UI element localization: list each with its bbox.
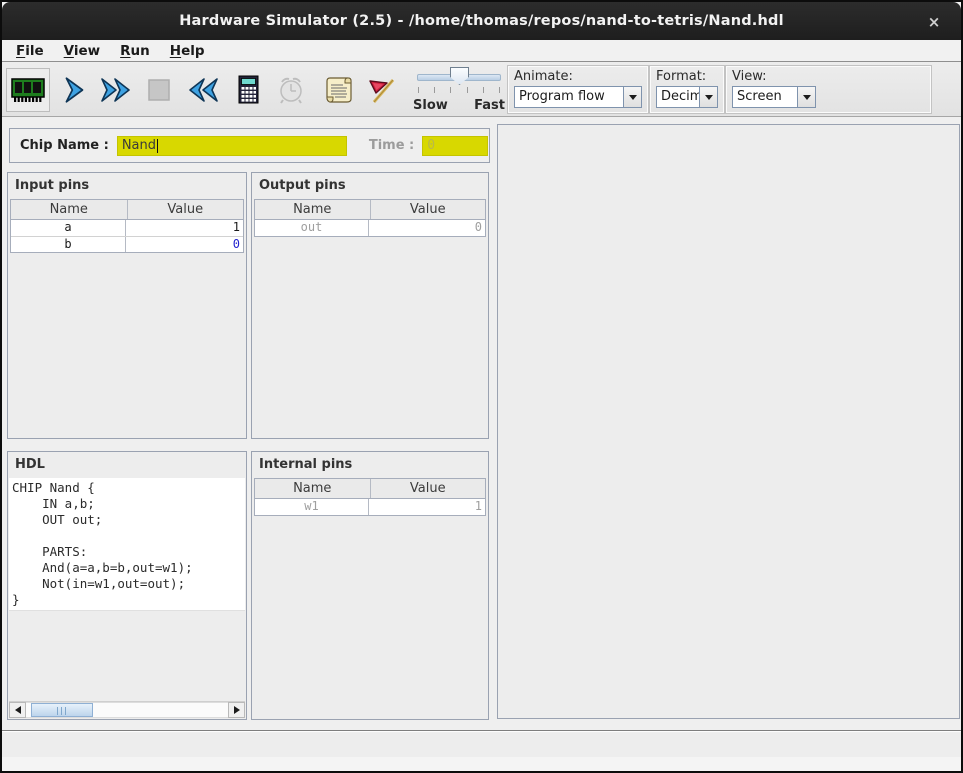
internal-pins-panel: Internal pins Name Value w1 1: [251, 451, 489, 720]
chip-name-label: Chip Name :: [20, 138, 109, 153]
speed-slider-thumb[interactable]: [450, 67, 469, 85]
step-forward-icon: [60, 75, 90, 105]
status-divider: [2, 730, 961, 732]
bottom-strip: [2, 757, 961, 771]
input-pins-table: Name Value a 1 b 0: [10, 199, 244, 253]
clock-button[interactable]: [269, 68, 313, 112]
table-row[interactable]: b 0: [11, 236, 243, 252]
fast-forward-icon: [99, 75, 135, 105]
hdl-panel: HDL CHIP Nand { IN a,b; OUT out; PARTS: …: [7, 451, 247, 720]
rewind-icon: [184, 75, 220, 105]
chevron-down-icon[interactable]: [797, 87, 815, 107]
chevron-down-icon[interactable]: [699, 87, 717, 107]
input-pins-panel: Input pins Name Value a 1 b 0: [7, 172, 247, 439]
window-title: Hardware Simulator (2.5) - /home/thomas/…: [179, 13, 784, 29]
input-pins-title: Input pins: [8, 173, 246, 199]
menu-help[interactable]: Help: [160, 41, 215, 61]
text-caret: [157, 139, 158, 153]
speed-slow-label: Slow: [413, 98, 448, 113]
close-icon[interactable]: ×: [923, 11, 945, 33]
menu-file[interactable]: File: [6, 41, 54, 61]
single-step-button[interactable]: [53, 68, 97, 112]
format-select[interactable]: Decimal: [656, 86, 718, 108]
table-header: Name Value: [11, 200, 243, 220]
animate-value: Program flow: [515, 87, 623, 107]
speed-fast-label: Fast: [474, 98, 505, 113]
internal-pins-table: Name Value w1 1: [254, 478, 486, 516]
output-pins-table: Name Value out 0: [254, 199, 486, 237]
format-group: Format: Decimal: [649, 65, 725, 114]
table-row[interactable]: w1 1: [255, 499, 485, 515]
toolbar: Slow Fast Animate: Program flow Format: …: [2, 62, 961, 117]
reset-button[interactable]: [180, 68, 224, 112]
output-pins-panel: Output pins Name Value out 0: [251, 172, 489, 439]
calculator-icon: [235, 74, 263, 106]
hdl-title: HDL: [8, 452, 246, 478]
title-bar: Hardware Simulator (2.5) - /home/thomas/…: [2, 2, 961, 40]
internal-pins-title: Internal pins: [252, 452, 488, 478]
hdl-horizontal-scrollbar[interactable]: [9, 701, 245, 718]
table-row[interactable]: out 0: [255, 220, 485, 236]
chip-name-bar: Chip Name : Nand Time : 0: [9, 128, 490, 163]
chip-name-input[interactable]: Nand: [117, 136, 347, 156]
view-select[interactable]: Screen: [732, 86, 816, 108]
view-value: Screen: [733, 87, 797, 107]
animate-group: Animate: Program flow: [507, 65, 649, 114]
chevron-down-icon[interactable]: [623, 87, 641, 107]
eval-button[interactable]: [227, 68, 271, 112]
stop-icon: [146, 77, 172, 103]
hardware-simulator-window: Hardware Simulator (2.5) - /home/thomas/…: [0, 0, 963, 773]
animate-select[interactable]: Program flow: [514, 86, 642, 108]
table-row[interactable]: a 1: [11, 220, 243, 236]
scroll-icon: [324, 74, 354, 106]
scrollbar-thumb[interactable]: [31, 703, 93, 717]
status-bar: [2, 733, 961, 757]
load-chip-button[interactable]: [6, 68, 50, 112]
view-script-button[interactable]: [317, 68, 361, 112]
scrollbar-track[interactable]: [26, 702, 228, 718]
output-pins-title: Output pins: [252, 173, 488, 199]
main-area: Chip Name : Nand Time : 0 Input pins Nam…: [2, 117, 961, 771]
table-header: Name Value: [255, 479, 485, 499]
flag-icon: [366, 74, 398, 106]
table-header: Name Value: [255, 200, 485, 220]
scroll-right-button[interactable]: [228, 702, 245, 718]
menu-view[interactable]: View: [54, 41, 110, 61]
memory-chip-icon: [10, 74, 46, 106]
speed-slider-group: Slow Fast: [410, 65, 508, 115]
time-label: Time :: [369, 138, 414, 153]
view-label: View:: [732, 69, 925, 84]
hdl-code-view[interactable]: CHIP Nand { IN a,b; OUT out; PARTS: And(…: [9, 478, 245, 611]
chip-display-panel: [497, 124, 960, 719]
format-value: Decimal: [657, 87, 699, 107]
alarm-clock-icon: [275, 74, 307, 106]
animate-label: Animate:: [514, 69, 642, 84]
stop-button[interactable]: [137, 68, 181, 112]
triangle-right-icon: [234, 706, 240, 714]
triangle-left-icon: [15, 706, 21, 714]
view-group: View: Screen: [725, 65, 932, 114]
menu-run[interactable]: Run: [110, 41, 160, 61]
format-label: Format:: [656, 69, 718, 84]
breakpoints-button[interactable]: [360, 68, 404, 112]
speed-slider-ticks: [418, 87, 500, 93]
menu-bar: File View Run Help: [2, 40, 961, 62]
time-input[interactable]: 0: [422, 136, 488, 156]
run-button[interactable]: [95, 68, 139, 112]
scroll-left-button[interactable]: [9, 702, 26, 718]
